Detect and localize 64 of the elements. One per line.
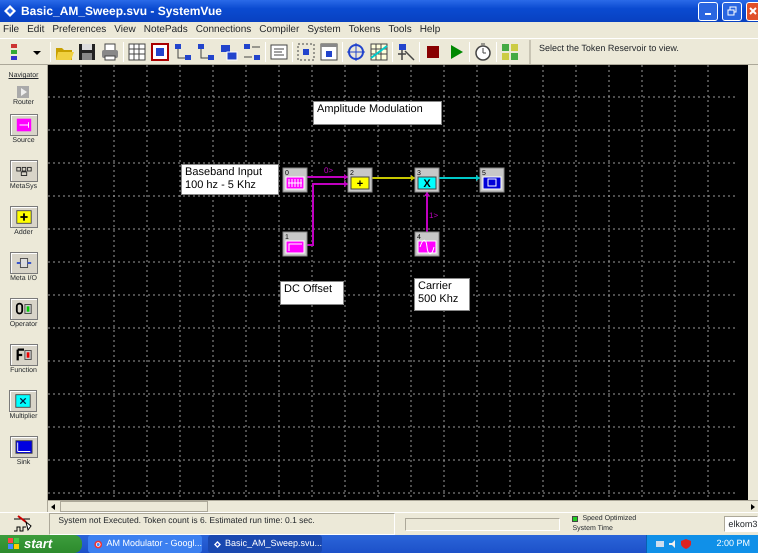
menu-item[interactable]: NotePads — [144, 22, 188, 38]
sink-icon — [14, 438, 32, 456]
menu-item[interactable]: Help — [420, 22, 440, 38]
probe-icon[interactable] — [396, 42, 416, 62]
source-tool-button[interactable] — [10, 114, 38, 136]
menu-item[interactable]: Edit — [27, 22, 44, 38]
print-icon[interactable] — [100, 42, 120, 62]
source-icon — [14, 116, 32, 134]
menu-item[interactable]: Tokens — [348, 22, 380, 38]
close-icon — [748, 7, 756, 15]
menu-item[interactable]: View — [114, 22, 136, 38]
sink-tool-button[interactable] — [10, 436, 38, 458]
port-label: 1> — [429, 211, 438, 220]
note-label: Carrier 500 Khz — [414, 278, 470, 311]
restore-button[interactable] — [722, 2, 742, 20]
scrollbar-thumb[interactable] — [60, 501, 208, 512]
user-field: elkom3 — [724, 516, 758, 532]
window-title: Basic_AM_Sweep.svu - SystemVue — [21, 3, 222, 20]
metasys-tool-button[interactable] — [10, 160, 38, 182]
speaker-icon[interactable] — [668, 539, 678, 549]
operator-icon — [14, 300, 32, 318]
plot-grid-icon[interactable] — [369, 42, 389, 62]
menu-item[interactable]: System — [307, 22, 341, 38]
start-button[interactable]: start — [0, 535, 82, 553]
function-tool-button[interactable] — [10, 344, 38, 366]
menu-item[interactable]: Compiler — [259, 22, 300, 38]
clock: 2:00 PM — [716, 537, 750, 550]
close-button[interactable] — [746, 2, 758, 20]
adder-icon — [14, 208, 32, 226]
taskbar-button[interactable]: Basic_AM_Sweep.svu... — [208, 535, 322, 553]
taskbar-button[interactable]: AM Modulator - Googl... — [88, 535, 202, 553]
window-icon[interactable] — [319, 42, 339, 62]
notes-icon[interactable] — [269, 42, 289, 62]
crosshair-icon[interactable] — [346, 42, 366, 62]
adder-tool-button[interactable] — [10, 206, 38, 228]
token-frame-icon[interactable] — [150, 42, 170, 62]
run-mode-icon[interactable] — [12, 514, 34, 534]
stopwatch-icon[interactable] — [473, 42, 493, 62]
note-label: Baseband Input 100 hz - 5 Khz — [181, 164, 279, 195]
multiplier-icon — [14, 392, 32, 410]
menu-item[interactable]: Tools — [388, 22, 412, 38]
app-icon — [3, 4, 17, 18]
app-icon — [214, 538, 221, 550]
grid-icon[interactable] — [127, 42, 147, 62]
menu-item[interactable]: Connections — [196, 22, 252, 38]
operator-tool-button[interactable] — [10, 298, 38, 320]
function-icon — [14, 346, 32, 364]
swap-icon[interactable] — [242, 42, 262, 62]
note-label: DC Offset — [280, 281, 344, 305]
windows-logo-icon — [8, 538, 20, 550]
connect-icon[interactable] — [196, 42, 216, 62]
restore-icon — [727, 6, 737, 16]
save-icon[interactable] — [77, 42, 97, 62]
browser-icon — [94, 538, 102, 550]
metaio-tool-button[interactable] — [10, 252, 38, 274]
note-label: Amplitude Modulation — [313, 101, 442, 125]
minimize-button[interactable] — [698, 2, 718, 20]
menu-item[interactable]: File — [3, 22, 20, 38]
menu-item[interactable]: Preferences — [52, 22, 106, 38]
select-box-icon[interactable] — [296, 42, 316, 62]
connect-icon[interactable] — [173, 42, 193, 62]
multiplier-tool-button[interactable] — [9, 390, 38, 412]
port-label: 0> — [324, 166, 334, 175]
status-message: System not Executed. Token count is 6. Estimated run time: 0.1 sec. — [58, 514, 315, 527]
